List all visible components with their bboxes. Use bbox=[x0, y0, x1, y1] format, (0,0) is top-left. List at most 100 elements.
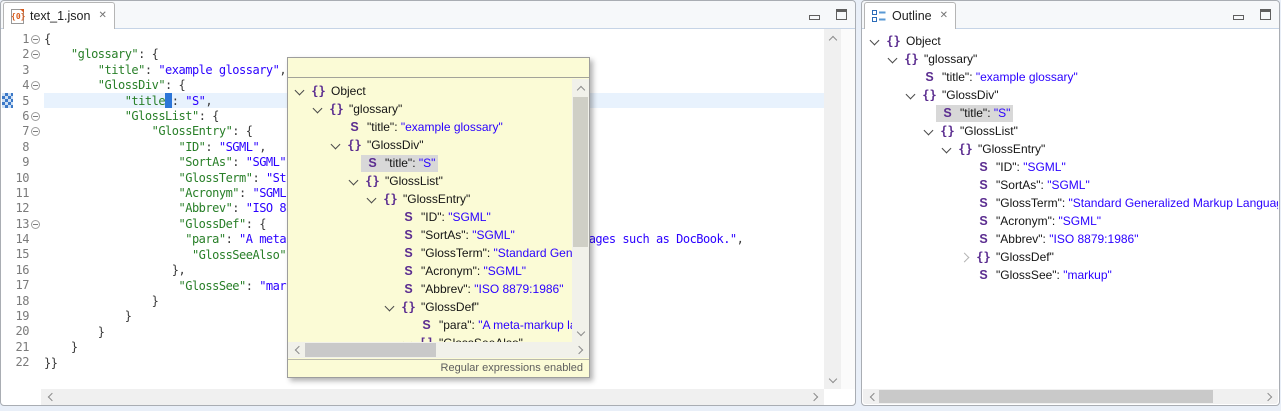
code-line[interactable]: { bbox=[44, 32, 743, 47]
chevron-down-icon[interactable] bbox=[383, 300, 397, 314]
tree-row[interactable]: {}Object bbox=[293, 82, 572, 100]
tree-row[interactable]: S"SortAs": "SGML" bbox=[293, 226, 572, 244]
tree-label: "ID": "SGML" bbox=[421, 210, 491, 224]
chevron-spacer bbox=[958, 214, 972, 228]
line-number: 14 bbox=[14, 232, 29, 247]
tree-label: "GlossDiv" bbox=[942, 88, 999, 102]
chevron-spacer bbox=[922, 106, 936, 120]
scrollbar-thumb[interactable] bbox=[305, 343, 436, 357]
scroll-right-icon[interactable] bbox=[1262, 389, 1277, 404]
editor-vertical-scrollbar[interactable] bbox=[824, 29, 841, 389]
scroll-up-icon[interactable] bbox=[573, 80, 588, 95]
scroll-left-icon[interactable] bbox=[289, 342, 304, 357]
tree-label: "GlossDef" bbox=[996, 250, 1054, 264]
chevron-down-icon[interactable] bbox=[329, 138, 343, 152]
string-icon: S bbox=[939, 106, 956, 120]
fold-collapse-icon[interactable] bbox=[29, 32, 44, 47]
tree-row[interactable]: {}"glossary" bbox=[868, 50, 1278, 68]
chevron-down-icon[interactable] bbox=[868, 34, 882, 48]
quick-outline-filter-input[interactable] bbox=[288, 58, 589, 78]
tree-label: "Abbrev": "ISO 8879:1986" bbox=[996, 232, 1138, 246]
maximize-button[interactable] bbox=[1260, 9, 1271, 20]
tree-row[interactable]: {}"GlossDef" bbox=[868, 248, 1278, 266]
tree-row[interactable]: S"para": "A meta-markup language, used t… bbox=[293, 316, 572, 334]
minimize-button[interactable] bbox=[1233, 15, 1244, 20]
tree-label: "title": "example glossary" bbox=[942, 70, 1078, 84]
tree-row[interactable]: {}"GlossList" bbox=[293, 172, 572, 190]
line-number: 20 bbox=[14, 324, 29, 339]
fold-collapse-icon[interactable] bbox=[29, 109, 44, 124]
editor-horizontal-scrollbar[interactable] bbox=[41, 389, 824, 405]
scroll-down-icon[interactable] bbox=[573, 326, 588, 341]
tree-row[interactable]: S"SortAs": "SGML" bbox=[868, 176, 1278, 194]
chevron-down-icon[interactable] bbox=[886, 52, 900, 66]
close-icon[interactable]: ✕ bbox=[96, 11, 106, 21]
tree-row[interactable]: S"title": "example glossary" bbox=[868, 68, 1278, 86]
tree-row[interactable]: {} "GlossDiv" bbox=[868, 86, 1278, 104]
scroll-right-icon[interactable] bbox=[573, 342, 588, 357]
chevron-spacer bbox=[383, 246, 397, 260]
scroll-right-icon[interactable] bbox=[808, 389, 823, 404]
outline-horizontal-scrollbar[interactable] bbox=[863, 389, 1278, 404]
chevron-down-icon[interactable] bbox=[311, 102, 325, 116]
scroll-up-icon[interactable] bbox=[825, 30, 840, 45]
scroll-left-icon[interactable] bbox=[864, 389, 879, 404]
popup-vertical-scrollbar[interactable] bbox=[572, 79, 589, 342]
chevron-down-icon[interactable] bbox=[904, 88, 918, 102]
chevron-down-icon[interactable] bbox=[365, 192, 379, 206]
tree-row[interactable]: S"title": "example glossary" bbox=[293, 118, 572, 136]
chevron-spacer bbox=[958, 196, 972, 210]
tree-row[interactable]: {}"GlossDef" bbox=[293, 298, 572, 316]
tree-row[interactable]: S"GlossTerm": "Standard Generalized Mark… bbox=[293, 244, 572, 262]
popup-horizontal-scrollbar[interactable] bbox=[288, 342, 589, 358]
tree-row[interactable]: {}"GlossEntry" bbox=[868, 140, 1278, 158]
scroll-left-icon[interactable] bbox=[42, 389, 57, 404]
minimize-button[interactable] bbox=[809, 15, 820, 20]
string-icon: S bbox=[346, 120, 363, 134]
tree-row[interactable]: S"Abbrev": "ISO 8879:1986" bbox=[868, 230, 1278, 248]
tree-row[interactable]: S"GlossTerm": "Standard Generalized Mark… bbox=[868, 194, 1278, 212]
tree-label: "para": "A meta-markup language, used to… bbox=[439, 318, 572, 332]
line-number: 10 bbox=[14, 171, 29, 186]
tree-row[interactable]: {}Object bbox=[868, 32, 1278, 50]
tree-label: "GlossTerm": "Standard Generalized Marku… bbox=[421, 246, 572, 260]
outline-tab[interactable]: Outline ✕ bbox=[864, 2, 956, 29]
tree-row[interactable]: {}"GlossDiv" bbox=[293, 136, 572, 154]
chevron-down-icon[interactable] bbox=[940, 142, 954, 156]
fold-collapse-icon[interactable] bbox=[29, 78, 44, 93]
tree-row[interactable]: S"ID": "SGML" bbox=[868, 158, 1278, 176]
tree-row[interactable]: S"title": "S" bbox=[868, 104, 1278, 122]
fold-collapse-icon[interactable] bbox=[29, 124, 44, 139]
tree-row[interactable]: S"title": "S" bbox=[293, 154, 572, 172]
chevron-down-icon[interactable] bbox=[347, 174, 361, 188]
fold-collapse-icon[interactable] bbox=[29, 47, 44, 62]
tree-row[interactable]: S"Acronym": "SGML" bbox=[293, 262, 572, 280]
maximize-button[interactable] bbox=[836, 9, 847, 20]
tree-row[interactable]: {}"glossary" bbox=[293, 100, 572, 118]
scroll-down-icon[interactable] bbox=[825, 373, 840, 388]
tree-row[interactable]: S"ID": "SGML" bbox=[293, 208, 572, 226]
editor-tab[interactable]: text_1.json ✕ bbox=[3, 2, 115, 29]
object-icon: {} bbox=[382, 192, 399, 206]
chevron-right-icon[interactable] bbox=[958, 250, 972, 264]
tree-row[interactable]: {}"GlossEntry" bbox=[293, 190, 572, 208]
scrollbar-thumb[interactable] bbox=[879, 390, 1213, 403]
scrollbar-thumb[interactable] bbox=[573, 97, 588, 247]
annotation-ruler[interactable] bbox=[1, 29, 14, 389]
fold-collapse-icon[interactable] bbox=[29, 217, 44, 232]
chevron-down-icon[interactable] bbox=[293, 84, 307, 98]
object-icon: {} bbox=[364, 174, 381, 188]
close-icon[interactable]: ✕ bbox=[938, 11, 948, 21]
tree-row[interactable]: {}"GlossList" bbox=[868, 122, 1278, 140]
line-number: 22 bbox=[14, 355, 29, 370]
tree-row[interactable]: S"Abbrev": "ISO 8879:1986" bbox=[293, 280, 572, 298]
tree-row[interactable]: S"Acronym": "SGML" bbox=[868, 212, 1278, 230]
line-number: 15 bbox=[14, 247, 29, 262]
tree-row[interactable]: []"GlossSeeAlso" bbox=[293, 334, 572, 342]
chevron-down-icon[interactable] bbox=[922, 124, 936, 138]
overview-ruler[interactable] bbox=[841, 29, 855, 389]
tree-row[interactable]: S"GlossSee": "markup" bbox=[868, 266, 1278, 284]
quick-outline-tree: {}Object{}"glossary"S"title": "example g… bbox=[288, 79, 572, 342]
object-icon: {} bbox=[921, 88, 938, 102]
chevron-spacer bbox=[958, 178, 972, 192]
